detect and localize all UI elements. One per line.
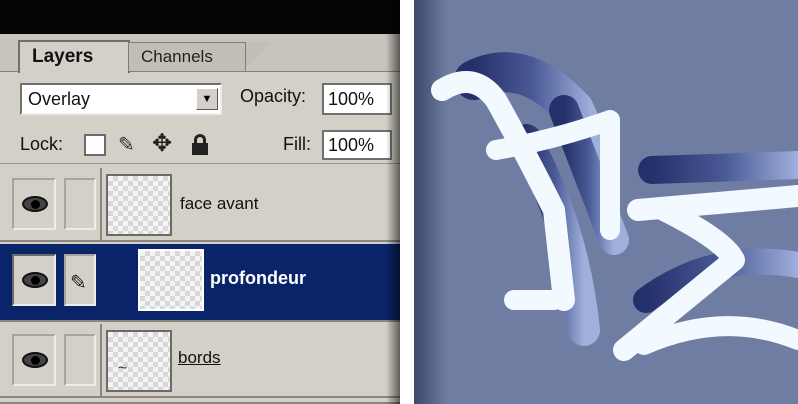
fill-label: Fill: — [283, 134, 311, 154]
tag-artwork — [431, 52, 798, 361]
fill-input[interactable]: 100% — [322, 130, 392, 160]
divider — [400, 0, 414, 404]
lock-row: Lock: ✎ ✥ Fill: 100% — [0, 124, 400, 164]
move-icon[interactable]: ✥ — [152, 132, 174, 156]
canvas-preview[interactable] — [414, 0, 798, 404]
dropdown-arrow-icon[interactable]: ▼ — [196, 88, 218, 110]
blend-mode-value: Overlay — [28, 89, 91, 109]
layer-name[interactable]: profondeur — [210, 268, 306, 289]
layer-row[interactable]: ~ bords — [0, 324, 400, 398]
layer-row[interactable]: face avant — [0, 168, 400, 242]
opacity-label: Opacity: — [240, 86, 307, 106]
eye-icon — [22, 352, 48, 368]
link-cell[interactable]: ✎ — [64, 254, 96, 306]
tab-layers[interactable]: Layers — [18, 40, 130, 73]
layer-thumbnail — [138, 249, 204, 311]
layer-row-selected[interactable]: ✎ profondeur — [0, 244, 400, 322]
layer-thumbnail: ~ — [106, 330, 172, 392]
visibility-toggle[interactable] — [12, 334, 56, 386]
tab-divider — [246, 42, 268, 71]
lock-icon[interactable] — [190, 134, 212, 156]
opacity-input[interactable]: 100% — [322, 83, 392, 115]
lock-label: Lock: — [20, 134, 64, 154]
layer-name[interactable]: face avant — [180, 194, 258, 214]
front-strokes — [431, 71, 798, 361]
layers-palette: Layers Channels Overlay ▼ Opacity: 100% … — [0, 0, 400, 404]
link-cell[interactable] — [64, 334, 96, 386]
row-divider — [100, 324, 102, 396]
layer-row-partial — [0, 398, 400, 404]
tab-channels[interactable]: Channels — [128, 42, 246, 71]
layer-thumbnail — [106, 174, 172, 236]
lock-transparency-icon[interactable] — [84, 134, 106, 156]
row-divider — [100, 168, 102, 240]
panel-shadow — [386, 0, 400, 404]
lock-image-brush-icon[interactable]: ✎ — [118, 134, 140, 156]
blend-mode-select[interactable]: Overlay ▼ — [20, 83, 222, 115]
palette-titlebar[interactable] — [0, 0, 400, 34]
link-cell[interactable] — [64, 178, 96, 230]
brush-icon: ✎ — [70, 272, 87, 294]
eye-icon — [22, 272, 48, 288]
palette-tabs: Layers Channels — [0, 34, 400, 73]
eye-icon — [22, 196, 48, 212]
visibility-toggle[interactable] — [12, 254, 56, 306]
layer-name[interactable]: bords — [178, 348, 221, 368]
visibility-toggle[interactable] — [12, 178, 56, 230]
scribble-mark: ~ — [118, 360, 128, 377]
